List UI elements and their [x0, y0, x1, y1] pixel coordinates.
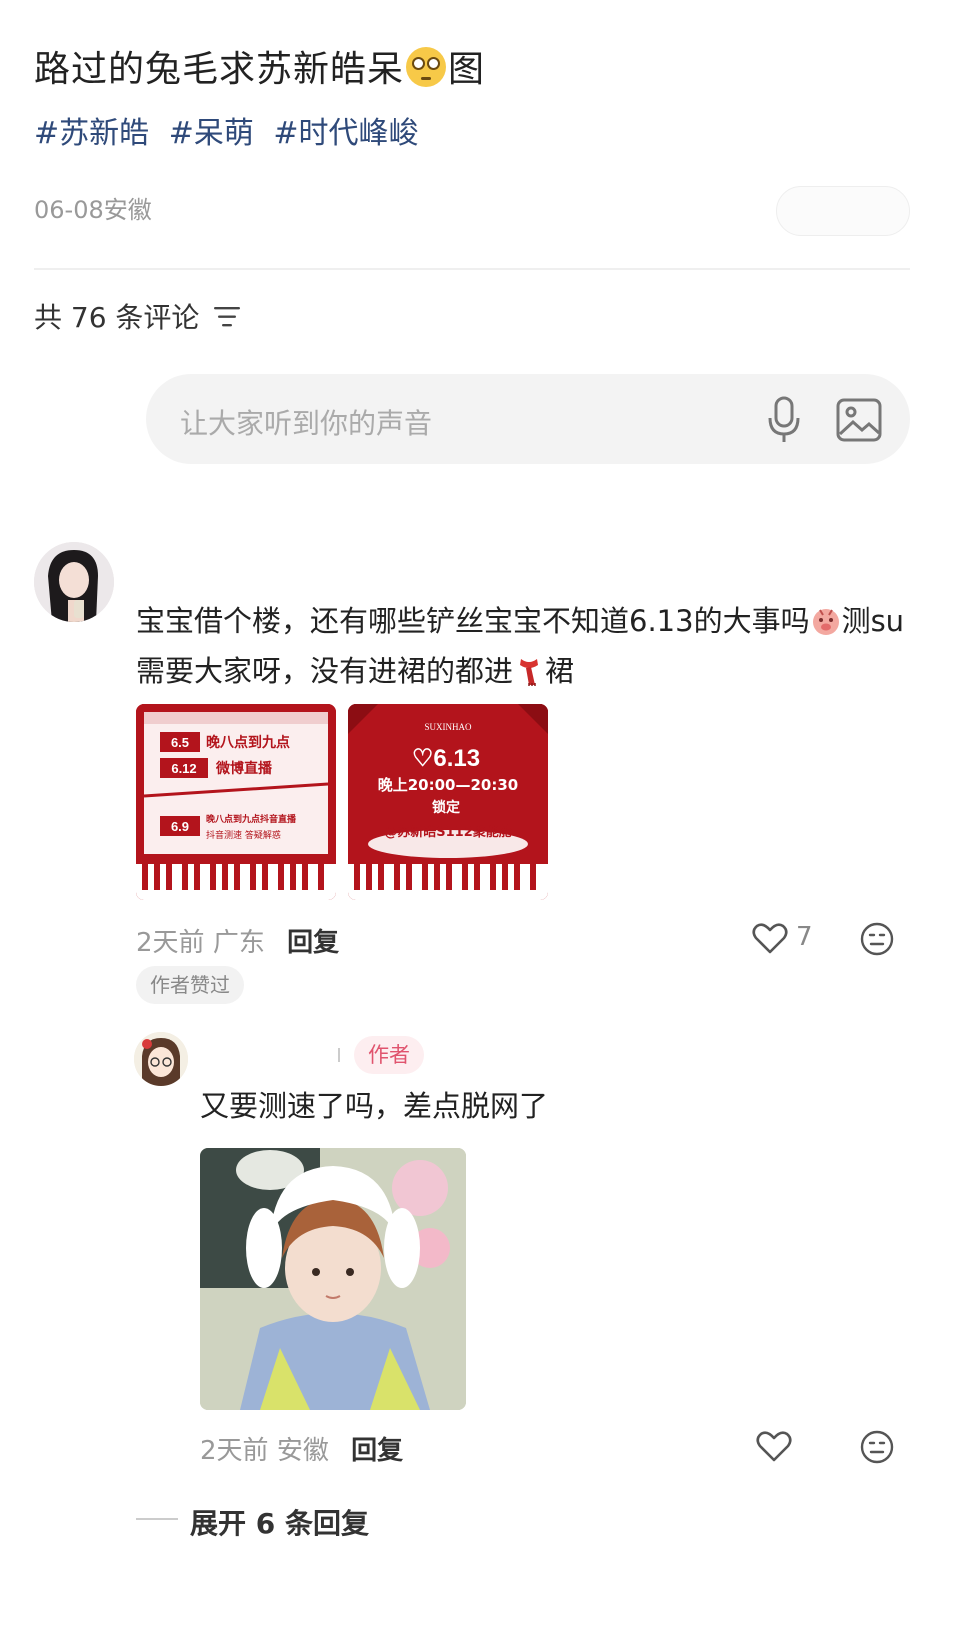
heart-icon[interactable]	[756, 1430, 792, 1462]
poster-date: 6.5	[171, 735, 189, 750]
poster-text: 晚八点到九点	[206, 734, 290, 751]
post-meta: 06-08安徽	[34, 196, 152, 224]
poster-brand: SUXINHAO	[425, 722, 473, 732]
reply-photo[interactable]	[200, 1148, 466, 1410]
poster-subtext: 抖音测速 答疑解惑	[206, 829, 281, 841]
event-poster-image[interactable]: 6.5 晚八点到九点 6.12 微博直播 6.9 晚八点到九点抖音直播 抖音测速…	[136, 704, 336, 900]
poster-time: 晚上20:00—20:30	[378, 776, 519, 794]
avatar[interactable]	[34, 542, 114, 622]
post-title: 路过的兔毛求苏新皓呆 图	[34, 40, 485, 92]
tag-link[interactable]: #时代峰峻	[273, 116, 418, 151]
poster-handle: @苏新皓S112聚能舱	[384, 824, 512, 840]
comment-meta: 2天前 广东 回复	[136, 922, 339, 959]
comment-text-part: 宝宝借个楼，还有哪些铲丝宝宝不知道6.13的大事吗	[136, 604, 810, 638]
post-tags: #苏新皓 #呆萌 #时代峰峻	[34, 108, 429, 152]
poster-text: 微博直播	[215, 760, 273, 777]
image-icon[interactable]	[836, 398, 882, 442]
comment-location: 广东	[212, 928, 265, 958]
comment-text: 宝宝借个楼，还有哪些铲丝宝宝不知道6.13的大事吗 测su需要大家呀，没有进裙的都…	[136, 596, 906, 696]
microphone-icon[interactable]	[764, 396, 804, 444]
neutral-face-icon[interactable]	[860, 1430, 894, 1464]
event-poster-image[interactable]: SUXINHAO ♡6.13 晚上20:00—20:30 锁定 @苏新皓S112…	[348, 704, 548, 900]
reply-time: 2天前	[200, 1436, 269, 1466]
sort-icon[interactable]	[214, 306, 242, 328]
post-title-text: 路过的兔毛求苏新皓呆	[34, 49, 405, 90]
expand-replies-button[interactable]: 展开 6 条回复	[190, 1502, 369, 1542]
expand-line	[136, 1518, 178, 1520]
comment-text-part: 裙	[545, 654, 575, 688]
poster-date: 6.9	[171, 819, 189, 834]
comment-count: 共 76 条评论	[34, 301, 200, 334]
crying-pig-emoji-icon	[812, 609, 839, 635]
author-badge: 作者	[354, 1036, 424, 1074]
neutral-face-icon[interactable]	[860, 922, 894, 956]
tag-link[interactable]: #苏新皓	[34, 116, 149, 151]
poster-lock: 锁定	[432, 799, 460, 816]
scarf-emoji-icon	[520, 659, 539, 686]
poster-date: ♡6.13	[412, 745, 480, 772]
avatar[interactable]	[134, 1032, 188, 1086]
comment-input[interactable]: 让大家听到你的声音	[146, 374, 910, 464]
reply-button[interactable]: 回复	[351, 1436, 403, 1466]
poster-text: 晚八点到九点抖音直播	[206, 813, 297, 825]
author-liked-badge: 作者赞过	[136, 966, 244, 1004]
reply-button[interactable]: 回复	[287, 928, 339, 958]
comment-time: 2天前	[136, 928, 205, 958]
post-title-text-end: 图	[448, 49, 486, 90]
reply-text: 又要测速了吗，差点脱网了	[200, 1089, 549, 1123]
heart-icon[interactable]	[752, 922, 788, 954]
poster-date: 6.12	[171, 761, 196, 776]
follow-pill[interactable]	[776, 186, 910, 236]
like-count: 7	[796, 922, 813, 952]
tag-link[interactable]: #呆萌	[169, 116, 254, 151]
divider	[338, 1048, 340, 1062]
divider	[34, 268, 910, 270]
reply-meta: 2天前 安徽 回复	[200, 1430, 403, 1467]
flushed-face-emoji	[406, 47, 447, 87]
reply-location: 安徽	[276, 1436, 329, 1466]
comment-input-placeholder: 让大家听到你的声音	[180, 407, 433, 440]
